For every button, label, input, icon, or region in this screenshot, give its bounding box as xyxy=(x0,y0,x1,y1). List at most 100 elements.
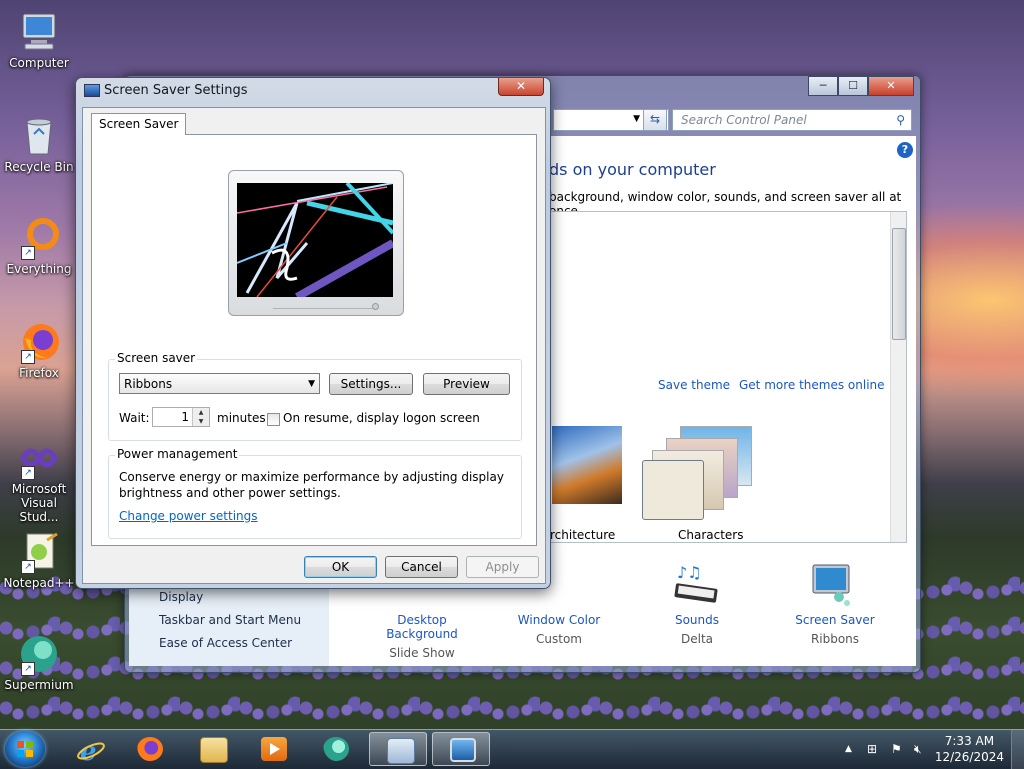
search-input[interactable]: Search Control Panel ⚲ xyxy=(672,109,912,131)
get-more-themes-link[interactable]: Get more themes online xyxy=(739,378,885,392)
desktop-icon-supermium[interactable]: ↗ Supermium xyxy=(0,632,78,692)
preview-button[interactable]: Preview xyxy=(423,373,510,395)
power-description-line-2: brightness and other power settings. xyxy=(119,486,341,500)
theme-gallery: Save theme Get more themes online rchite… xyxy=(549,211,907,543)
item-title[interactable]: Sounds xyxy=(637,613,757,627)
action-center-flag-icon[interactable]: ⚑ xyxy=(891,742,902,756)
taskbar-firefox[interactable] xyxy=(120,732,178,766)
screen-saver-select[interactable]: Ribbons ▼ xyxy=(119,373,320,394)
close-icon: ✕ xyxy=(515,79,527,93)
chevron-down-icon: ▼ xyxy=(308,379,315,389)
wait-minutes-input[interactable]: 1 ▲ ▼ xyxy=(152,407,210,427)
volume-muted-icon[interactable]: 🔇︎ xyxy=(914,742,922,757)
taskbar-media-player[interactable] xyxy=(244,732,302,766)
clock-time: 7:33 AM xyxy=(944,734,995,748)
desktop-icon-everything[interactable]: ↗ Everything xyxy=(0,216,78,276)
dialog-title-icon xyxy=(84,84,100,97)
dialog-client: Screen Saver Screen saver Ribbons ▼ Sett… xyxy=(82,107,546,584)
save-theme-link[interactable]: Save theme xyxy=(658,378,730,392)
taskbar: e ▲ ⊞ ⚑ 🔇︎ 7:33 AM 12/26/2024 xyxy=(0,729,1024,769)
firefox-icon: ↗ xyxy=(17,320,61,364)
page-title: ds on your computer xyxy=(549,160,716,179)
selected-saver: Ribbons xyxy=(124,377,173,391)
taskbar-file-explorer[interactable] xyxy=(183,732,241,766)
theme-thumb-characters[interactable] xyxy=(642,426,762,520)
computer-icon xyxy=(17,10,61,54)
left-nav-pane: Display Taskbar and Start Menu Ease of A… xyxy=(129,586,329,666)
item-title[interactable]: Screen Saver xyxy=(775,613,895,627)
group-label: Screen saver xyxy=(115,351,198,365)
window-color-item[interactable]: Window Color Custom xyxy=(499,613,619,646)
desktop-icon-label: Microsoft Visual Stud... xyxy=(11,482,67,524)
system-clock[interactable]: 7:33 AM 12/26/2024 xyxy=(935,733,1004,765)
preview-screen xyxy=(237,183,393,297)
firefox-icon xyxy=(137,737,163,761)
tab-panel: Screen saver Ribbons ▼ Settings... Previ… xyxy=(91,134,537,546)
dialog-close-button[interactable]: ✕ xyxy=(498,78,544,96)
item-subtitle: Ribbons xyxy=(810,632,860,646)
taskbar-control-panel[interactable] xyxy=(369,732,427,766)
nav-link-taskbar[interactable]: Taskbar and Start Menu xyxy=(129,609,329,632)
visual-studio-icon: ↗ xyxy=(17,436,61,480)
search-icon[interactable]: ⚲ xyxy=(896,110,905,131)
maximize-button[interactable]: ☐ xyxy=(838,76,868,96)
cancel-button[interactable]: Cancel xyxy=(385,556,458,578)
spin-down-icon[interactable]: ▼ xyxy=(192,417,209,426)
item-title[interactable]: Window Color xyxy=(499,613,619,627)
start-button[interactable] xyxy=(5,731,45,767)
screen-saver-settings-dialog: Screen Saver Settings ✕ Screen Saver Scr… xyxy=(75,77,551,589)
refresh-icon: ⇆ xyxy=(649,112,661,126)
nav-link-ease-of-access[interactable]: Ease of Access Center xyxy=(129,632,329,655)
chevron-down-icon[interactable]: ▼ xyxy=(633,114,640,124)
screen-saver-group: Screen saver Ribbons ▼ Settings... Previ… xyxy=(108,351,522,441)
desktop-icon-computer[interactable]: Computer xyxy=(0,10,78,70)
settings-button[interactable]: Settings... xyxy=(329,373,413,395)
sounds-item[interactable]: Sounds Delta xyxy=(637,613,757,646)
wait-label: Wait: xyxy=(119,411,150,425)
sounds-icon: ♪♫ xyxy=(671,562,721,611)
desktop-background-item[interactable]: Desktop Background Slide Show xyxy=(362,613,482,660)
shortcut-arrow-icon: ↗ xyxy=(21,560,35,574)
resume-logon-checkbox[interactable] xyxy=(267,413,280,426)
show-desktop-button[interactable] xyxy=(1011,730,1024,769)
taskbar-screen-saver-settings[interactable] xyxy=(432,732,490,766)
windows-logo-icon xyxy=(17,741,33,757)
show-hidden-icons-icon[interactable]: ▲ xyxy=(845,744,852,754)
group-label: Power management xyxy=(115,447,240,461)
scrollbar-thumb[interactable] xyxy=(892,228,906,340)
search-placeholder: Search Control Panel xyxy=(681,113,807,127)
screen-saver-icon xyxy=(809,563,857,612)
change-power-settings-link[interactable]: Change power settings xyxy=(119,509,258,523)
shortcut-arrow-icon: ↗ xyxy=(21,662,35,676)
apply-button[interactable]: Apply xyxy=(466,556,539,578)
desktop-icon-label: Notepad++ xyxy=(3,576,75,590)
taskbar-supermium[interactable] xyxy=(306,732,364,766)
media-player-icon xyxy=(261,737,287,761)
screen-saver-item[interactable]: Screen Saver Ribbons xyxy=(775,613,895,646)
desktop-icon-visual-studio[interactable]: ↗ Microsoft Visual Stud... xyxy=(0,436,78,524)
desktop-icon-label: Everything xyxy=(6,262,72,276)
desktop-icon-label: Supermium xyxy=(4,678,74,692)
nav-link-display[interactable]: Display xyxy=(129,586,329,609)
refresh-button[interactable]: ⇆ xyxy=(643,109,667,131)
internet-explorer-icon: e xyxy=(77,737,105,767)
desktop-icon-notepadpp[interactable]: ↗ Notepad++ xyxy=(0,530,78,590)
ok-button[interactable]: OK xyxy=(304,556,377,578)
desktop-icon-firefox[interactable]: ↗ Firefox xyxy=(0,320,78,380)
network-icon[interactable]: ⊞ xyxy=(867,742,877,756)
tab-screen-saver[interactable]: Screen Saver xyxy=(91,113,187,135)
theme-thumb-architecture[interactable] xyxy=(552,426,622,504)
taskbar-internet-explorer[interactable]: e xyxy=(60,732,118,767)
minimize-button[interactable]: ─ xyxy=(808,76,838,96)
shortcut-arrow-icon: ↗ xyxy=(21,350,35,364)
theme-scrollbar[interactable] xyxy=(890,212,906,542)
theme-label: Characters xyxy=(678,528,744,542)
desktop-icon-recycle-bin[interactable]: Recycle Bin xyxy=(0,114,78,174)
close-button[interactable]: ✕ xyxy=(868,76,914,96)
item-title[interactable]: Desktop Background xyxy=(362,613,482,641)
supermium-icon: ↗ xyxy=(17,632,61,676)
spin-up-icon[interactable]: ▲ xyxy=(192,408,209,417)
resume-logon-label[interactable]: On resume, display logon screen xyxy=(283,411,480,425)
help-icon[interactable]: ? xyxy=(897,142,913,158)
dialog-title: Screen Saver Settings xyxy=(104,83,248,98)
